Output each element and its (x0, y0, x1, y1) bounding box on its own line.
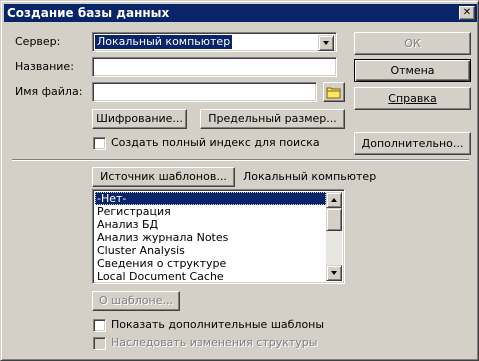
title-input[interactable] (92, 57, 337, 77)
size-limit-button-label: Предельный размер... (208, 112, 337, 125)
encryption-button-label: Шифрование... (96, 112, 183, 125)
list-item[interactable]: Регистрация (95, 205, 326, 218)
filename-input[interactable] (92, 82, 317, 102)
template-list-items: -Нет- Регистрация Анализ БД Анализ журна… (95, 192, 326, 283)
list-item[interactable]: -Нет- (95, 192, 326, 205)
advanced-button[interactable]: Дополнительно... (354, 132, 471, 155)
filename-label: Имя файла: (15, 85, 83, 98)
title-bar[interactable]: Создание базы данных ✕ (4, 4, 477, 22)
server-label: Сервер: (15, 35, 61, 48)
list-item[interactable]: Анализ журнала Notes (95, 231, 326, 244)
folder-icon (326, 87, 341, 99)
close-icon: ✕ (462, 7, 472, 18)
cancel-button[interactable]: Отмена (354, 59, 471, 82)
inherit-design-label: Наследовать изменения структуры (111, 336, 318, 349)
chevron-down-icon[interactable] (318, 35, 334, 51)
size-limit-button[interactable]: Предельный размер... (200, 109, 345, 129)
about-template-button-label: О шаблоне... (99, 294, 173, 307)
template-server-button[interactable]: Источник шаблонов... (92, 167, 235, 187)
title-label: Название: (15, 60, 74, 73)
help-button[interactable]: Справка (354, 87, 471, 110)
create-database-dialog: Создание базы данных ✕ Сервер: Локальный… (0, 0, 479, 361)
separator (12, 159, 469, 161)
server-select-value: Локальный компьютер (95, 35, 233, 49)
show-advanced-templates-checkbox[interactable] (93, 319, 106, 332)
show-advanced-templates-label: Показать дополнительные шаблоны (111, 318, 325, 331)
template-server-button-label: Источник шаблонов... (100, 170, 227, 183)
template-list-scrollbar[interactable] (326, 192, 342, 281)
browse-folder-button[interactable] (323, 82, 345, 102)
full-text-index-label: Создать полный индекс для поиска (111, 136, 320, 149)
scroll-down-icon[interactable] (326, 265, 342, 281)
scroll-thumb[interactable] (326, 208, 342, 231)
list-item[interactable]: Сведения о структуре (95, 257, 326, 270)
full-text-index-checkbox[interactable] (93, 137, 106, 150)
server-select[interactable]: Локальный компьютер (92, 32, 337, 52)
about-template-button[interactable]: О шаблоне... (92, 291, 180, 311)
list-item[interactable]: Cluster Analysis (95, 244, 326, 257)
ok-button[interactable]: ОК (354, 32, 471, 55)
window-title: Создание базы данных (7, 6, 170, 20)
advanced-button-label: Дополнительно... (361, 137, 464, 150)
inherit-design-checkbox[interactable] (93, 337, 106, 350)
template-source-label: Локальный компьютер (243, 170, 377, 183)
scroll-up-icon[interactable] (326, 192, 342, 208)
list-item[interactable]: Анализ БД (95, 218, 326, 231)
help-button-label: Справка (388, 92, 437, 105)
list-item[interactable]: Local Document Cache (95, 270, 326, 283)
encryption-button[interactable]: Шифрование... (92, 109, 187, 129)
template-list[interactable]: -Нет- Регистрация Анализ БД Анализ журна… (92, 189, 345, 284)
close-button[interactable]: ✕ (459, 6, 475, 20)
